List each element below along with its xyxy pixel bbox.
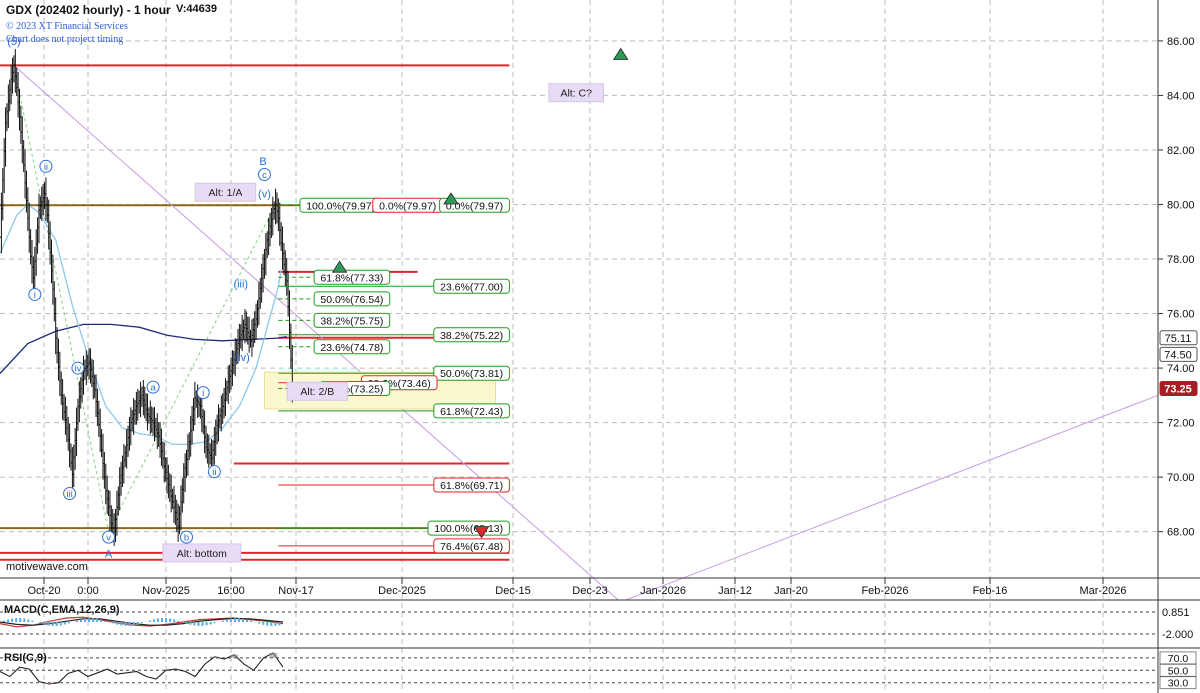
y-tick-label: 82.00	[1167, 145, 1195, 157]
rsi-overbought-fill	[230, 654, 239, 658]
rsi-overbought-fill	[210, 656, 219, 658]
wave-label: v	[106, 533, 111, 544]
fib-level-label: 0.0%(79.97)	[379, 200, 436, 212]
fib-level-label: 38.2%(75.22)	[440, 330, 503, 342]
fib-level-label: 23.6%(77.00)	[440, 281, 503, 293]
x-tick-label: Dec-15	[495, 585, 530, 597]
disclaimer-line: Chart does not project timing	[6, 34, 124, 45]
wave-label: i	[202, 388, 204, 399]
guide-line	[13, 65, 110, 532]
wave-label: iii	[66, 489, 72, 500]
macd-tick-label: -2.000	[1162, 629, 1193, 641]
wave-label: ii	[44, 162, 48, 173]
wave-label: B	[259, 156, 266, 168]
macd-series-line	[0, 617, 284, 626]
y-tick-label: 76.00	[1167, 309, 1195, 321]
rsi-tick-label: 50.0	[1168, 665, 1189, 677]
x-tick-label: 16:00	[217, 585, 245, 597]
x-tick-label: Dec-23	[572, 585, 607, 597]
chart-title: GDX (202402 hourly) - 1 hour	[6, 3, 171, 17]
macd-tick-label: 0.851	[1162, 607, 1190, 619]
x-tick-label: Jan-12	[718, 585, 752, 597]
y-tick-label: 70.00	[1167, 472, 1195, 484]
fib-level-label: 100.0%(79.97)	[306, 200, 375, 212]
fib-level-label: 76.4%(67.48)	[440, 541, 503, 553]
fib-level-label: 23.6%(74.78)	[320, 342, 383, 354]
fib-level-label: 100.0%(68.13)	[434, 523, 503, 535]
wave-label: ii	[212, 467, 216, 478]
axes: Oct-20 0:00 Nov-2025 16:00 Nov-17 Dec-2025 Dec…	[0, 0, 1200, 693]
x-tick-label: Nov-2025	[142, 585, 190, 597]
y-tick-label: 84.00	[1167, 90, 1195, 102]
fib-level-label: 61.8%(69.71)	[440, 480, 503, 492]
macd-title: MACD(C,EMA,12,26,9)	[4, 604, 120, 616]
guide-lines	[13, 65, 1159, 601]
annotation-label: Alt: bottom	[177, 548, 227, 560]
x-tick-label: Feb-2026	[861, 585, 908, 597]
fib-level-label: 50.0%(76.54)	[320, 294, 383, 306]
wave-label: (iii)	[233, 279, 248, 291]
x-tick-label: Jan-2026	[640, 585, 686, 597]
x-tick-label: Nov-17	[278, 585, 313, 597]
fib-level-label: 61.8%(72.43)	[440, 406, 503, 418]
fib-level-label: 61.8%(77.33)	[320, 272, 383, 284]
rsi-tick-label: 70.0	[1168, 653, 1189, 665]
wave-label: i	[34, 290, 36, 301]
x-tick-label: 0:00	[77, 585, 98, 597]
watermark: motivewave.com	[6, 561, 88, 573]
fib-level-label: 50.0%(73.81)	[440, 368, 503, 380]
x-tick-label: Mar-2026	[1079, 585, 1126, 597]
x-tick-label: Feb-16	[973, 585, 1008, 597]
wave-label: A	[105, 548, 113, 560]
annotation-label: Alt: C?	[560, 88, 592, 100]
guide-line	[13, 65, 619, 601]
up-triangle-marker	[613, 47, 629, 60]
wave-label: iv	[75, 364, 82, 375]
y-tick-label: 68.00	[1167, 527, 1195, 539]
y-tick-label: 72.00	[1167, 418, 1195, 430]
chart-canvas: 100.0%(79.97) 0.0%(79.97) 0.0%(79.97)61.8%…	[0, 0, 1200, 693]
wave-label: c	[262, 170, 267, 181]
wave-label: a	[150, 383, 156, 394]
indicator-panels: MACD(C,EMA,12,26,9) 0.851-2.000RSI(C,9) 70…	[0, 599, 1200, 690]
fib-level-label: 38.2%(75.75)	[320, 315, 383, 327]
price-badge-label: 73.25	[1164, 384, 1192, 396]
rsi-overbought-fill	[269, 652, 278, 658]
x-tick-label: Oct-20	[27, 585, 60, 597]
guide-line	[626, 394, 1159, 601]
wave-label: b	[184, 533, 189, 544]
y-tick-label: 74.00	[1167, 363, 1195, 375]
annotation-label: Alt: 1/A	[209, 187, 243, 199]
rsi-oversold-fill	[44, 682, 53, 684]
rsi-tick-label: 30.0	[1168, 678, 1189, 690]
y-tick-label: 80.00	[1167, 199, 1195, 211]
price-badge-label: 74.50	[1164, 349, 1192, 361]
up-triangle-marker	[331, 260, 348, 273]
guide-line	[108, 204, 277, 532]
copyright-notice: © 2023 XT Financial Services Chart does …	[6, 20, 128, 46]
x-tick-label: Dec-2025	[378, 585, 426, 597]
wave-label: (iv)	[235, 352, 250, 364]
annotation-label: Alt: 2/B	[300, 386, 334, 398]
x-tick-label: Jan-20	[774, 585, 808, 597]
y-tick-label: 86.00	[1167, 36, 1195, 48]
y-tick-label: 78.00	[1167, 254, 1195, 266]
copyright-line: © 2023 XT Financial Services	[6, 21, 128, 32]
wave-label: (v)	[258, 189, 271, 201]
volume-readout: V:44639	[176, 3, 217, 15]
price-badge-label: 75.11	[1165, 333, 1192, 345]
